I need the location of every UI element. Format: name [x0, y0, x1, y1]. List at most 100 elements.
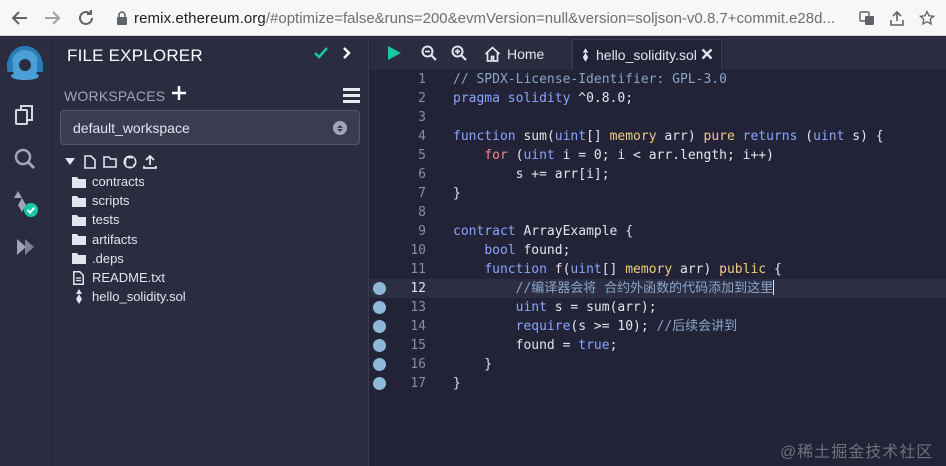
tree-item-artifacts[interactable]: artifacts	[71, 230, 361, 249]
tab-home-label: Home	[507, 46, 545, 62]
code-line[interactable]: 6 s += arr[i];	[370, 165, 946, 184]
run-button[interactable]	[384, 43, 404, 63]
tree-item-deps[interactable]: .deps	[71, 249, 361, 268]
breakpoint-marker[interactable]	[373, 301, 386, 314]
check-icon	[313, 46, 329, 65]
line-number: 14	[410, 319, 426, 334]
upload-icon[interactable]	[143, 154, 157, 170]
breakpoint-marker[interactable]	[373, 320, 386, 333]
code-editor[interactable]: 1 // SPDX-License-Identifier: GPL-3.0 2 pra…	[370, 70, 946, 466]
code-text: function sum(uint[] memory arr) pure ret…	[453, 129, 884, 144]
breakpoint-marker[interactable]	[373, 377, 386, 390]
icon-rail	[0, 37, 50, 466]
code-text: }	[453, 357, 493, 372]
bookmark-star-icon[interactable]	[918, 9, 936, 27]
code-line[interactable]: 12 //编译器会将 合约外函数的代码添加到这里	[370, 279, 946, 298]
line-number: 17	[410, 376, 426, 391]
translate-icon[interactable]	[858, 9, 876, 27]
close-tab-icon[interactable]	[701, 47, 713, 65]
address-bar[interactable]: remix.ethereum.org /#optimize=false&runs…	[110, 4, 946, 32]
share-icon[interactable]	[888, 9, 906, 27]
text-file-icon	[71, 270, 86, 285]
solidity-compiler-icon[interactable]	[0, 183, 50, 223]
new-file-icon[interactable]	[83, 154, 97, 170]
add-workspace-button[interactable]	[171, 82, 187, 106]
zoom-out-button[interactable]	[419, 43, 439, 63]
breakpoint-marker[interactable]	[373, 282, 386, 295]
line-number: 12	[410, 281, 426, 296]
chevron-right-icon[interactable]	[341, 45, 353, 66]
tree-item-hello-solidity[interactable]: hello_solidity.sol	[71, 287, 361, 306]
code-line[interactable]: 17}	[370, 374, 946, 393]
code-line[interactable]: 15 found = true;	[370, 336, 946, 355]
code-line[interactable]: 13 uint s = sum(arr);	[370, 298, 946, 317]
plus-icon	[172, 86, 186, 100]
zoom-in-button[interactable]	[449, 43, 469, 63]
breakpoint-marker[interactable]	[373, 339, 386, 352]
code-line[interactable]: 2 pragma solidity ^0.8.0;	[370, 89, 946, 108]
code-line[interactable]: 16 }	[370, 355, 946, 374]
tab-hello-solidity[interactable]: hello_solidity.sol	[572, 39, 722, 70]
code-line[interactable]: 10 bool found;	[370, 241, 946, 260]
search-icon[interactable]	[0, 139, 50, 179]
workspace-menu-button[interactable]	[343, 88, 360, 103]
solidity-file-icon	[71, 289, 86, 305]
tree-item-label: hello_solidity.sol	[92, 289, 186, 305]
tab-active-label: hello_solidity.sol	[596, 47, 697, 63]
code-text: //编译器会将 合约外函数的代码添加到这里	[515, 280, 775, 296]
code-text: require(s >= 10); //后续会讲到	[515, 319, 738, 334]
remix-logo-icon[interactable]	[0, 41, 50, 87]
line-number: 6	[418, 167, 426, 182]
play-icon	[388, 46, 401, 60]
back-button[interactable]	[6, 4, 34, 32]
line-number: 16	[410, 357, 426, 372]
caret-down-icon[interactable]	[63, 154, 77, 170]
solidity-file-icon	[582, 48, 589, 62]
code-text: }	[453, 376, 461, 391]
lock-icon	[110, 11, 134, 25]
code-line[interactable]: 5 for (uint i = 0; i < arr.length; i++)	[370, 146, 946, 165]
code-line[interactable]: 9 contract ArrayExample {	[370, 222, 946, 241]
zoom-out-icon	[421, 45, 437, 61]
line-number: 5	[418, 148, 426, 163]
url-host: remix.ethereum.org	[134, 9, 266, 27]
deploy-run-icon[interactable]	[0, 227, 50, 267]
workspace-select-value: default_workspace	[73, 120, 190, 136]
select-caret-icon	[333, 121, 347, 135]
home-icon	[484, 46, 501, 62]
line-number: 11	[410, 262, 426, 277]
arrow-right-icon	[45, 10, 61, 25]
breakpoint-marker[interactable]	[373, 358, 386, 371]
code-line[interactable]: 4 function sum(uint[] memory arr) pure re…	[370, 127, 946, 146]
code-text: }	[453, 186, 461, 201]
code-line[interactable]: 3	[370, 108, 946, 127]
tree-item-readme[interactable]: README.txt	[71, 268, 361, 287]
editor-tabbar: Home hello_solidity.sol	[370, 37, 946, 70]
code-text: bool found;	[484, 243, 571, 258]
folder-icon	[71, 232, 86, 247]
line-number: 2	[418, 91, 426, 106]
tree-item-tests[interactable]: tests	[71, 210, 361, 229]
code-line[interactable]: 14 require(s >= 10); //后续会讲到	[370, 317, 946, 336]
reload-icon	[79, 9, 93, 25]
line-number: 15	[410, 338, 426, 353]
new-folder-icon[interactable]	[103, 154, 117, 170]
tree-toolbar	[63, 153, 157, 171]
code-text: pragma solidity ^0.8.0;	[453, 91, 634, 106]
tab-home[interactable]: Home	[484, 43, 544, 65]
tree-item-contracts[interactable]: contracts	[71, 172, 361, 191]
reload-button[interactable]	[72, 4, 100, 32]
workspaces-label: WORKSPACES	[64, 88, 166, 104]
code-line[interactable]: 7}	[370, 184, 946, 203]
workspace-select[interactable]: default_workspace	[60, 110, 360, 145]
file-explorer-icon[interactable]	[0, 95, 50, 135]
code-text: // SPDX-License-Identifier: GPL-3.0	[453, 72, 727, 87]
tree-item-scripts[interactable]: scripts	[71, 191, 361, 210]
github-icon[interactable]	[123, 154, 137, 170]
line-number: 1	[418, 72, 426, 87]
forward-button[interactable]	[38, 4, 66, 32]
code-line[interactable]: 1 // SPDX-License-Identifier: GPL-3.0	[370, 70, 946, 89]
code-line[interactable]: 11 function f(uint[] memory arr) public …	[370, 260, 946, 279]
code-line[interactable]: 8	[370, 203, 946, 222]
url-path: /#optimize=false&runs=200&evmVersion=nul…	[265, 9, 835, 27]
